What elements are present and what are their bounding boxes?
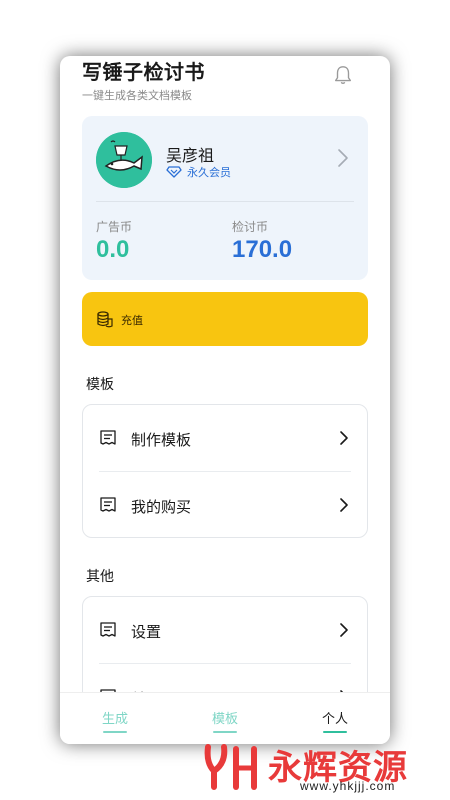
menu-item-make-template[interactable]: 制作模板 bbox=[83, 405, 369, 471]
coins-icon bbox=[97, 311, 113, 328]
menu-item-about[interactable]: 关于 bbox=[83, 664, 369, 692]
templates-group: 制作模板 我的购买 bbox=[82, 404, 368, 538]
watermark-url: www.yhkjjj.com bbox=[300, 779, 396, 793]
profile-card[interactable]: 吴彦祖 永久会员 广告币 0.0 检讨币 170.0 bbox=[82, 116, 368, 280]
tab-label: 个人 bbox=[321, 711, 348, 726]
page-title: 写锤子检讨书 bbox=[82, 62, 205, 84]
menu-item-my-purchases[interactable]: 我的购买 bbox=[83, 472, 369, 538]
user-name: 吴彦祖 bbox=[166, 148, 215, 165]
watermark-logo bbox=[204, 744, 257, 790]
watermark: 永辉资源网 www.yhkjjj.com bbox=[200, 737, 440, 800]
recharge-label: 充值 bbox=[121, 315, 143, 327]
section-title-other: 其他 bbox=[86, 568, 114, 584]
fish-avatar-icon bbox=[96, 132, 152, 188]
bell-icon[interactable] bbox=[332, 64, 354, 86]
other-group: 设置 关于 bbox=[82, 596, 368, 692]
diamond-icon bbox=[166, 166, 182, 178]
tab-generate[interactable]: 生成 bbox=[60, 693, 170, 744]
document-icon bbox=[100, 430, 116, 445]
chevron-right-icon bbox=[340, 431, 348, 445]
document-icon bbox=[100, 497, 116, 512]
divider bbox=[96, 201, 354, 202]
avatar[interactable] bbox=[96, 132, 152, 188]
ad-coin-label: 广告币 bbox=[96, 220, 133, 234]
vip-badge: 永久会员 bbox=[166, 164, 231, 180]
chevron-right-icon bbox=[340, 623, 348, 637]
chevron-right-icon[interactable] bbox=[336, 148, 350, 168]
review-coin-value: 170.0 bbox=[232, 236, 293, 263]
document-icon bbox=[100, 622, 116, 637]
recharge-button[interactable]: 充值 bbox=[82, 292, 368, 346]
review-coin-label: 检讨币 bbox=[232, 220, 269, 234]
tab-indicator-active bbox=[323, 731, 347, 733]
page-subtitle: 一键生成各类文档模板 bbox=[82, 90, 192, 102]
tab-label: 模板 bbox=[211, 711, 238, 726]
chevron-right-icon bbox=[340, 498, 348, 512]
menu-item-label: 设置 bbox=[131, 624, 162, 641]
menu-item-label: 我的购买 bbox=[131, 499, 192, 516]
menu-item-label: 制作模板 bbox=[131, 432, 192, 449]
menu-item-settings[interactable]: 设置 bbox=[83, 597, 369, 663]
tab-label: 生成 bbox=[101, 711, 128, 726]
tab-indicator bbox=[103, 731, 127, 733]
profile-page[interactable]: 写锤子检讨书 一键生成各类文档模板 吴彦祖 永久会员 广告币 0.0 检讨币 1… bbox=[60, 56, 390, 692]
ad-coin-value: 0.0 bbox=[96, 236, 130, 263]
vip-label: 永久会员 bbox=[187, 167, 231, 179]
tab-indicator bbox=[213, 731, 237, 733]
section-title-templates: 模板 bbox=[86, 376, 114, 392]
phone-screen: 写锤子检讨书 一键生成各类文档模板 吴彦祖 永久会员 广告币 0.0 检讨币 1… bbox=[60, 56, 390, 744]
